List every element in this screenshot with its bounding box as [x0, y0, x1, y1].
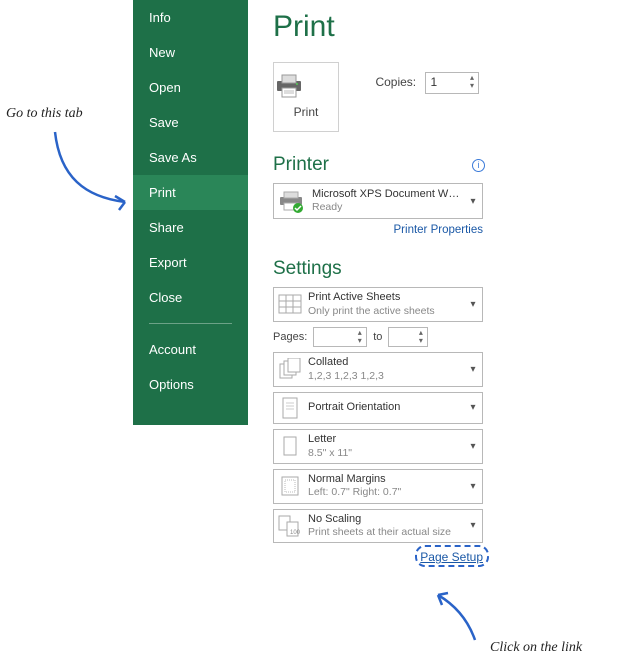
annotation-arrow-icon: [45, 122, 140, 212]
printer-ready-icon: [278, 187, 306, 215]
collated-icon: [278, 357, 302, 381]
copies-value: 1: [430, 75, 437, 89]
copies-label: Copies:: [375, 75, 416, 89]
pages-row: Pages: ▴▾ to ▴▾: [273, 327, 483, 347]
annotation-click-link: Click on the link: [490, 640, 582, 656]
scaling-dropdown[interactable]: 100 No Scaling Print sheets at their act…: [273, 509, 483, 544]
sidebar-item-options[interactable]: Options: [133, 367, 248, 402]
printer-dropdown[interactable]: Microsoft XPS Document W… Ready ▾: [273, 183, 483, 219]
sidebar-item-account[interactable]: Account: [133, 332, 248, 367]
chevron-down-icon: ▾: [466, 196, 480, 207]
printer-status: Ready: [312, 201, 466, 214]
page-title: Print: [273, 10, 640, 44]
margins-icon: [278, 474, 302, 498]
sidebar-separator: [149, 323, 232, 324]
sidebar-item-saveas[interactable]: Save As: [133, 140, 248, 175]
sidebar-item-print[interactable]: Print: [133, 175, 248, 210]
settings-heading: Settings: [273, 258, 640, 280]
info-icon[interactable]: i: [472, 159, 485, 172]
pages-from-input[interactable]: ▴▾: [313, 327, 367, 347]
annotation-arrow-icon: [420, 590, 490, 645]
pages-to-input[interactable]: ▴▾: [388, 327, 428, 347]
print-what-dropdown[interactable]: Print Active Sheets Only print the activ…: [273, 287, 483, 322]
sidebar-item-share[interactable]: Share: [133, 210, 248, 245]
paper-icon: [278, 434, 302, 458]
copies-down[interactable]: ▾: [466, 82, 477, 90]
print-button[interactable]: Print: [273, 62, 339, 132]
chevron-down-icon: ▾: [466, 441, 480, 452]
annotation-go-to-tab: Go to this tab: [6, 106, 83, 122]
svg-text:100: 100: [290, 530, 301, 536]
sheets-icon: [278, 292, 302, 316]
printer-heading: Printer i: [273, 154, 485, 176]
collated-dropdown[interactable]: Collated 1,2,3 1,2,3 1,2,3 ▾: [273, 352, 483, 387]
pages-label: Pages:: [273, 331, 307, 343]
page-setup-link[interactable]: Page Setup: [420, 550, 483, 564]
copies-group: Copies: 1 ▴▾: [375, 72, 479, 94]
print-main: Print Print Copies: 1 ▴▾ Printer i Micro…: [248, 0, 640, 566]
chevron-down-icon: ▾: [466, 299, 480, 310]
sidebar-item-export[interactable]: Export: [133, 245, 248, 280]
backstage-sidebar: Info New Open Save Save As Print Share E…: [133, 0, 248, 425]
pages-to-down[interactable]: ▾: [415, 337, 426, 345]
sidebar-item-close[interactable]: Close: [133, 280, 248, 315]
sidebar-item-new[interactable]: New: [133, 35, 248, 70]
paper-dropdown[interactable]: Letter 8.5" x 11" ▾: [273, 429, 483, 464]
scaling-icon: 100: [278, 514, 302, 538]
printer-name: Microsoft XPS Document W…: [312, 188, 466, 202]
pages-from-down[interactable]: ▾: [354, 337, 365, 345]
sidebar-item-save[interactable]: Save: [133, 105, 248, 140]
sidebar-item-info[interactable]: Info: [133, 0, 248, 35]
margins-dropdown[interactable]: Normal Margins Left: 0.7" Right: 0.7" ▾: [273, 469, 483, 504]
portrait-icon: [278, 396, 302, 420]
copies-input[interactable]: 1 ▴▾: [425, 72, 479, 94]
pages-to-label: to: [373, 331, 382, 343]
print-button-label: Print: [274, 105, 338, 119]
chevron-down-icon: ▾: [466, 520, 480, 531]
sidebar-item-open[interactable]: Open: [133, 70, 248, 105]
chevron-down-icon: ▾: [466, 481, 480, 492]
printer-icon: [274, 73, 338, 99]
printer-properties-link[interactable]: Printer Properties: [248, 224, 483, 236]
chevron-down-icon: ▾: [466, 364, 480, 375]
orientation-dropdown[interactable]: Portrait Orientation ▾: [273, 392, 483, 424]
chevron-down-icon: ▾: [466, 402, 480, 413]
